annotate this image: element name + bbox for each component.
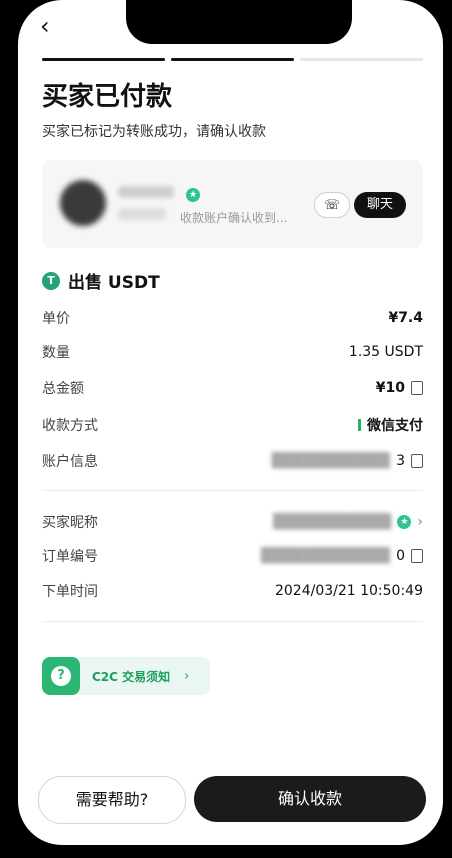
progress-step — [171, 58, 294, 61]
chevron-right-icon: › — [184, 668, 190, 684]
buyer-name-redacted — [118, 186, 174, 198]
row-quantity: 数量 1.35 USDT — [42, 341, 423, 363]
row-value-wrap: ▒▒▒▒▒▒▒▒▒▒▒ ★ › — [273, 514, 423, 530]
row-value-wrap: ▒▒▒▒▒▒▒▒▒▒▒▒ 0 — [261, 548, 423, 564]
row-label: 数量 — [42, 345, 70, 361]
question-icon: ? — [42, 657, 80, 695]
verified-icon: ★ — [397, 515, 412, 529]
order-section-title: T 出售 USDT — [42, 268, 160, 293]
notice-label: C2C 交易须知 — [92, 669, 171, 684]
verified-icon: ★ — [186, 188, 200, 202]
row-unit-price: 单价 ¥7.4 — [42, 307, 423, 329]
back-icon[interactable]: ‹ — [40, 14, 50, 38]
phone-frame: ‹ 买家已付款 买家已标记为转账成功，请确认收款 ★ 收款账户确认收到... ☏… — [0, 0, 452, 858]
payment-indicator — [358, 419, 361, 431]
call-button[interactable]: ☏ — [314, 192, 350, 218]
row-value: ¥7.4 — [388, 310, 423, 326]
row-label: 账户信息 — [42, 454, 98, 470]
row-value: 3 — [396, 453, 405, 469]
confirm-receipt-button[interactable]: 确认收款 — [194, 776, 426, 822]
chat-button[interactable]: 聊天 — [354, 192, 406, 218]
row-label: 买家昵称 — [42, 515, 98, 531]
buyer-info-redacted — [118, 208, 166, 220]
row-value: ¥10 — [375, 380, 405, 396]
copy-icon[interactable] — [411, 381, 423, 395]
progress-steps — [42, 58, 423, 61]
progress-step — [300, 58, 423, 61]
row-label: 下单时间 — [42, 584, 98, 600]
account-redacted: ▒▒▒▒▒▒▒▒▒▒▒ — [271, 453, 391, 469]
row-total: 总金额 ¥10 — [42, 377, 423, 399]
usdt-icon: T — [42, 271, 60, 290]
c2c-notice-link[interactable]: ? C2C 交易须知 › — [42, 657, 210, 695]
buyer-card: ★ 收款账户确认收到... ☏ 聊天 — [42, 160, 423, 248]
order-number-redacted: ▒▒▒▒▒▒▒▒▒▒▒▒ — [260, 548, 391, 564]
row-value: 微信支付 — [367, 418, 423, 434]
page-title: 买家已付款 — [42, 82, 173, 112]
row-account-info: 账户信息 ▒▒▒▒▒▒▒▒▒▒▒ 3 — [42, 450, 423, 472]
row-value-wrap: 微信支付 — [358, 415, 423, 435]
divider — [42, 490, 423, 491]
row-value: 0 — [396, 548, 405, 564]
row-label: 订单编号 — [42, 549, 98, 565]
divider — [42, 621, 423, 622]
row-order-time: 下单时间 2024/03/21 10:50:49 — [42, 580, 423, 602]
row-label: 单价 — [42, 311, 70, 327]
row-label: 收款方式 — [42, 418, 98, 434]
avatar — [60, 180, 106, 226]
chevron-right-icon: › — [417, 514, 423, 530]
row-value: 1.35 USDT — [348, 344, 423, 360]
notch — [126, 0, 352, 44]
nickname-redacted: ▒▒▒▒▒▒▒▒▒▒▒ — [272, 514, 392, 530]
row-label: 总金额 — [42, 381, 84, 397]
row-value-wrap: ¥10 — [376, 380, 423, 396]
page-subtitle: 买家已标记为转账成功，请确认收款 — [42, 124, 266, 140]
section-title-label: 出售 USDT — [68, 273, 160, 293]
card-hint: 收款账户确认收到... — [180, 211, 288, 225]
row-order-number: 订单编号 ▒▒▒▒▒▒▒▒▒▒▒▒ 0 — [42, 545, 423, 567]
row-value: 2024/03/21 10:50:49 — [274, 583, 423, 599]
row-value-wrap: ▒▒▒▒▒▒▒▒▒▒▒ 3 — [272, 453, 423, 469]
phone-icon: ☏ — [323, 197, 341, 213]
progress-step — [42, 58, 165, 61]
row-buyer-nickname[interactable]: 买家昵称 ▒▒▒▒▒▒▒▒▒▒▒ ★ › — [42, 511, 423, 533]
help-button[interactable]: 需要帮助? — [38, 776, 186, 824]
copy-icon[interactable] — [411, 454, 423, 468]
copy-icon[interactable] — [411, 549, 423, 563]
row-payment-method: 收款方式 微信支付 — [42, 414, 423, 436]
screen: ‹ 买家已付款 买家已标记为转账成功，请确认收款 ★ 收款账户确认收到... ☏… — [18, 0, 443, 845]
